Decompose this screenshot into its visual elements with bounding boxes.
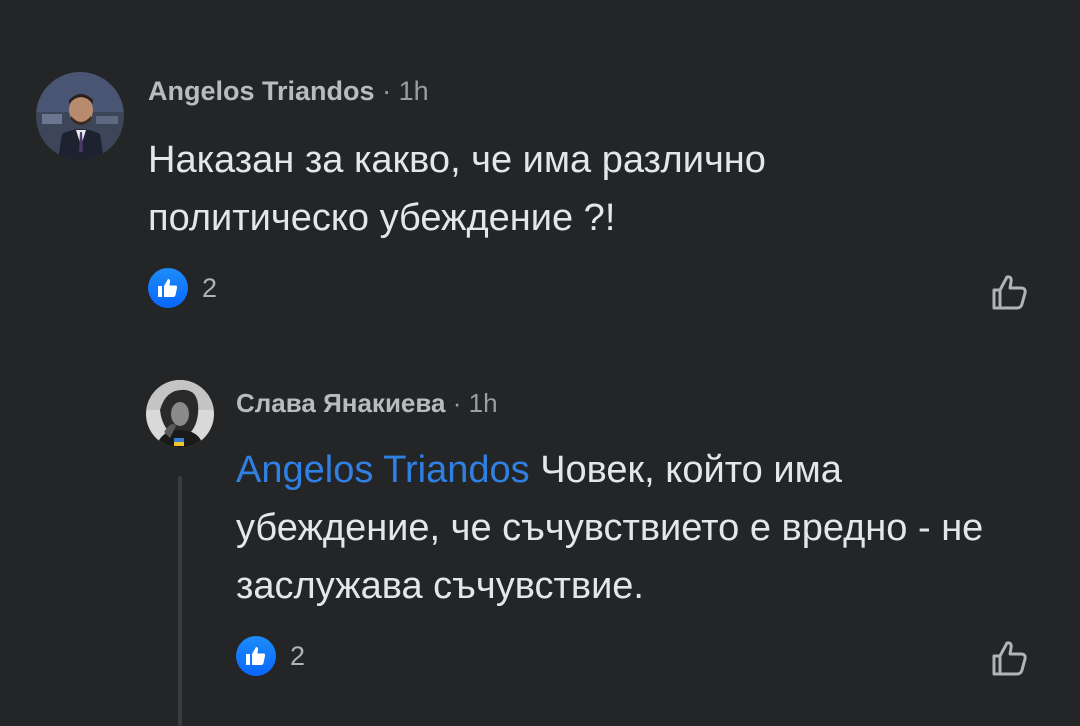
reply-author-line: Слава Янакиева · 1h	[236, 388, 498, 419]
avatar-photo	[36, 72, 124, 160]
like-reply-button[interactable]	[986, 634, 1034, 682]
reply-reactions[interactable]: 2	[236, 636, 305, 676]
reply-text: Angelos Triandos Човек, който има убежде…	[236, 442, 1036, 615]
meta-separator: ·	[452, 388, 462, 418]
comments-screen: Angelos Triandos · 1h Наказан за какво, …	[0, 0, 1080, 726]
commenter-avatar[interactable]	[36, 72, 124, 160]
meta-separator: ·	[382, 76, 392, 106]
comment-timestamp[interactable]: 1h	[399, 76, 429, 106]
reply-avatar[interactable]	[146, 380, 214, 448]
avatar-photo	[146, 380, 214, 448]
reply-author-name[interactable]: Слава Янакиева	[236, 388, 446, 418]
reply-mention-link[interactable]: Angelos Triandos	[236, 449, 530, 491]
thumbs-up-outline-icon	[992, 641, 1027, 676]
comment-author-name[interactable]: Angelos Triandos	[148, 76, 375, 106]
thumbs-up-icon	[148, 268, 188, 308]
reaction-count: 2	[290, 640, 306, 671]
comment-reactions[interactable]: 2	[148, 268, 217, 308]
reply-timestamp[interactable]: 1h	[469, 388, 498, 418]
thumbs-up-outline-icon	[992, 275, 1027, 310]
reply-thread-line	[178, 476, 182, 726]
like-comment-button[interactable]	[986, 268, 1034, 316]
comment-author-line: Angelos Triandos · 1h	[148, 76, 429, 107]
thumbs-up-icon	[236, 636, 276, 676]
reaction-count: 2	[202, 272, 218, 303]
comment-text: Наказан за какво, че има различно полити…	[148, 139, 766, 239]
